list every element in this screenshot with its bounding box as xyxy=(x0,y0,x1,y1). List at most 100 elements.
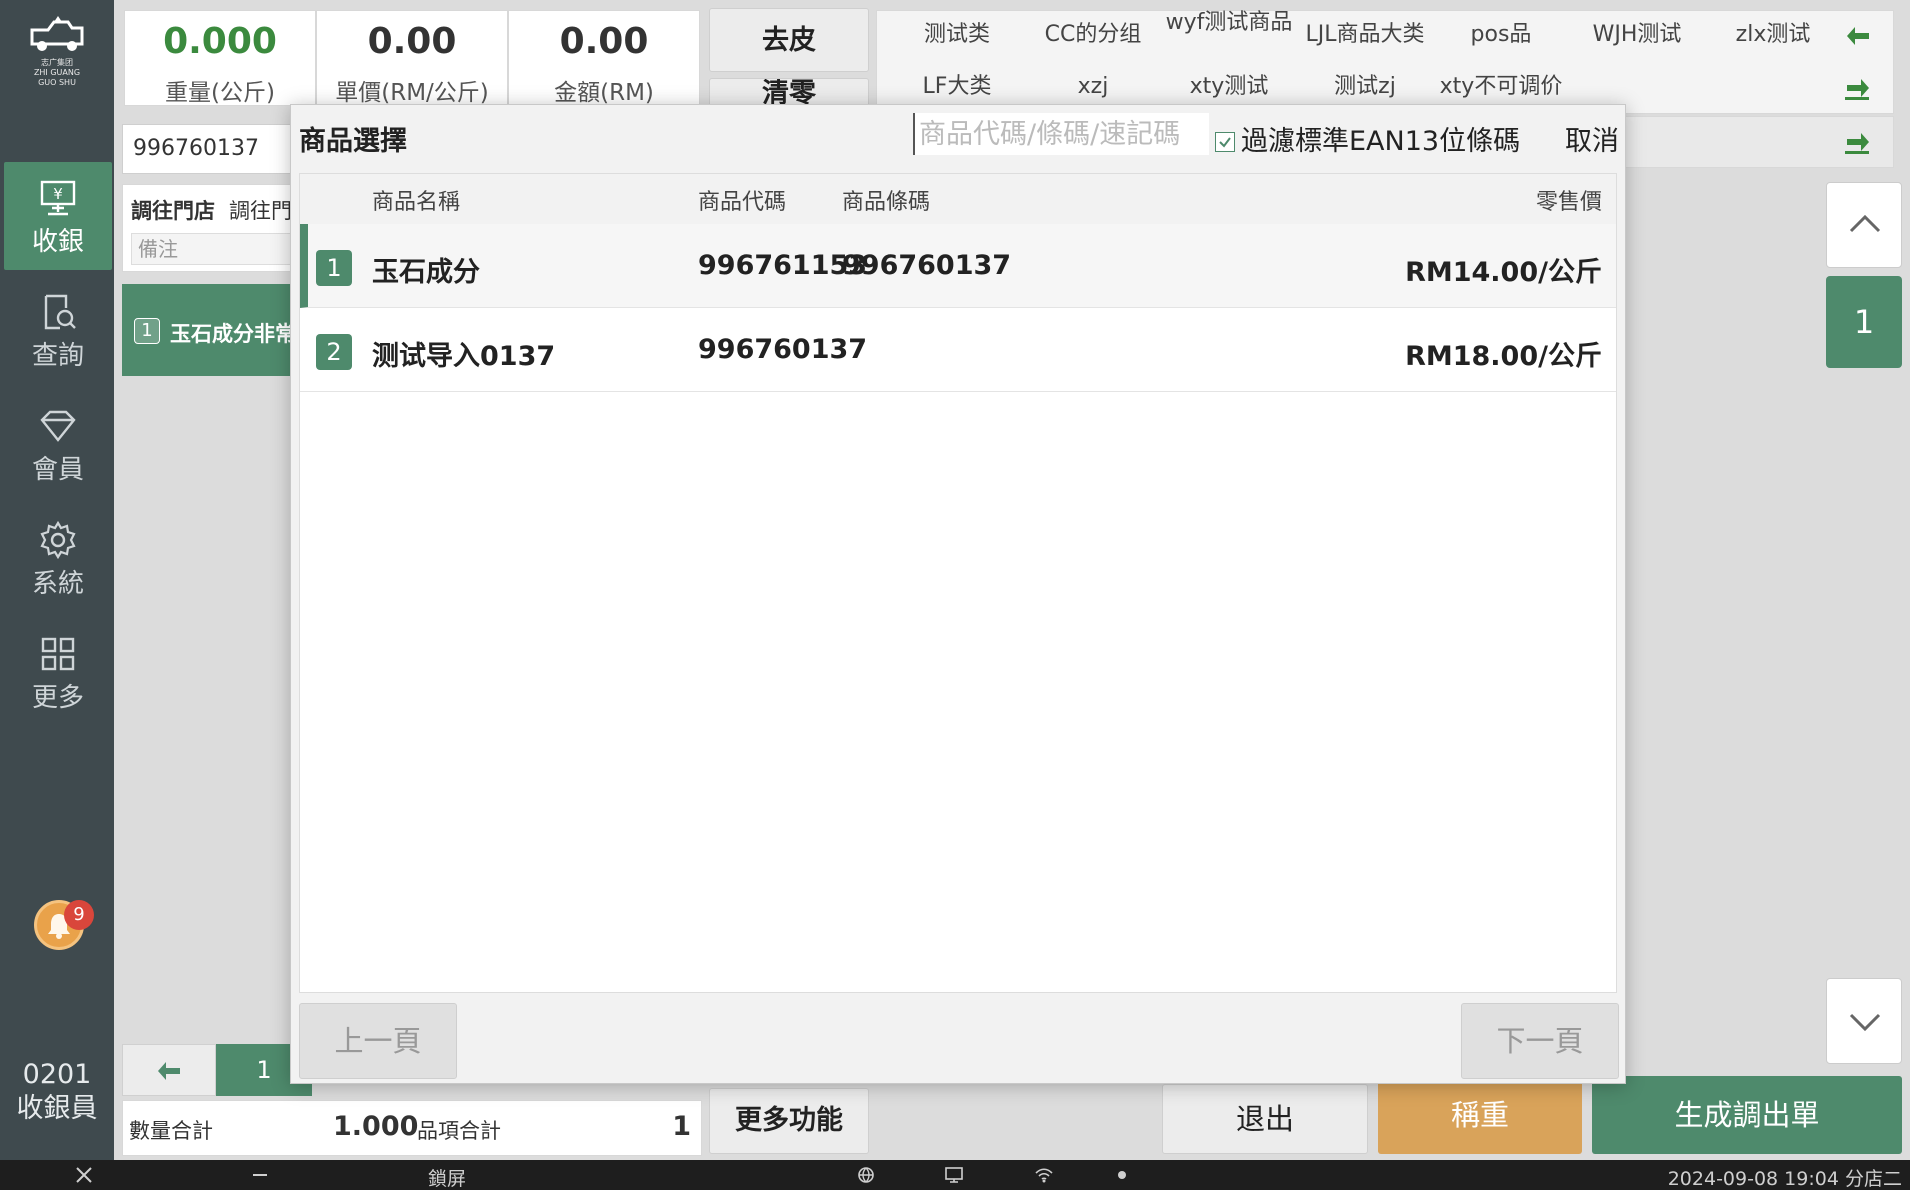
logo-subtext: 志广集团 ZHI GUANG GUO SHU xyxy=(33,58,81,87)
system-taskbar: 鎖屏 2024-09-08 19:04 分店二 xyxy=(0,1160,1910,1190)
scroll-up-button[interactable] xyxy=(1826,182,1902,268)
cancel-button[interactable]: 取消 xyxy=(1565,119,1619,158)
category-grid: 测试类 CC的分组 wyf测试商品 LJL商品大类 pos品 WJH测试 zlx… xyxy=(876,10,1894,114)
row-number: 1 xyxy=(316,250,352,286)
chevron-down-icon xyxy=(1849,1013,1881,1032)
sidebar-item-label: 收銀 xyxy=(31,227,84,257)
search-doc-icon xyxy=(44,294,76,330)
store-select[interactable]: 調往門 xyxy=(229,195,292,225)
gear-icon xyxy=(40,520,76,560)
product-code: 996760137 xyxy=(698,334,868,365)
cashier-id: 0201 xyxy=(22,1059,92,1090)
page-indicator: 1 xyxy=(1826,276,1902,368)
column-header-code: 商品代碼 xyxy=(698,190,787,215)
wifi-icon[interactable] xyxy=(1034,1165,1054,1185)
sidebar-item-label: 會員 xyxy=(31,455,84,485)
ean13-filter-checkbox[interactable]: 過濾標準EAN13位條碼 xyxy=(1215,119,1520,158)
monitor-icon[interactable] xyxy=(944,1165,964,1185)
tare-button[interactable]: 去皮 xyxy=(709,8,869,72)
transfer-store-row: 調往門店 調往門 備注 xyxy=(122,184,300,272)
category-item[interactable]: xty测试 xyxy=(1161,75,1297,99)
product-name: 测试导入0137 xyxy=(372,341,556,372)
sidebar-item-label: 系統 xyxy=(31,569,84,599)
cashier-info: 0201 收銀員 xyxy=(0,1058,114,1126)
sidebar-item-query[interactable]: 查詢 xyxy=(4,276,112,384)
column-header-barcode: 商品條碼 xyxy=(842,190,931,215)
category-item[interactable]: 测试类 xyxy=(889,23,1025,47)
table-row[interactable]: 2 测试导入0137 996760137 RM18.00/公斤 xyxy=(300,308,1616,392)
cart-item-number: 1 xyxy=(134,318,160,344)
pager-prev-button[interactable] xyxy=(122,1044,216,1096)
sidebar-item-label: 查詢 xyxy=(31,341,84,371)
amount-value: 0.00 xyxy=(559,21,649,62)
barcode-input[interactable]: 996760137 xyxy=(122,124,300,174)
column-header-name: 商品名稱 xyxy=(372,190,461,215)
table-header: 商品名稱 商品代碼 商品條碼 零售價 xyxy=(300,174,1616,224)
category-item[interactable]: xty不可调价 xyxy=(1433,75,1569,99)
sidebar-item-member[interactable]: 會員 xyxy=(4,390,112,498)
status-dot-icon xyxy=(1118,1171,1126,1179)
category-item[interactable]: LF大类 xyxy=(889,75,1025,99)
minimize-icon[interactable] xyxy=(250,1165,270,1185)
lock-screen-button[interactable]: 鎖屏 xyxy=(428,1164,466,1190)
product-name: 玉石成分 xyxy=(372,257,480,288)
generate-transfer-button[interactable]: 生成調出單 xyxy=(1592,1076,1902,1154)
product-search-input[interactable] xyxy=(913,113,1209,155)
column-header-price: 零售價 xyxy=(1535,190,1602,215)
unit-price-value: 0.00 xyxy=(367,21,457,62)
amount-label: 金額(RM) xyxy=(554,80,654,106)
close-icon[interactable] xyxy=(74,1165,94,1185)
category-item[interactable]: xzj xyxy=(1025,75,1161,99)
items-total-label: 品項合計 xyxy=(417,1119,501,1143)
qty-total-value: 1.000 xyxy=(333,1111,419,1142)
cart-item[interactable]: 1 玉石成分非常 xyxy=(122,284,300,376)
globe-icon[interactable] xyxy=(856,1165,876,1185)
product-price: RM14.00/公斤 xyxy=(1405,257,1602,288)
qty-total-label: 數量合計 xyxy=(129,1119,213,1143)
category-item[interactable]: WJH测试 xyxy=(1569,23,1705,47)
filter-label: 過濾標準EAN13位條碼 xyxy=(1241,126,1521,157)
sidebar-item-more[interactable]: 更多 xyxy=(4,618,112,726)
remark-input[interactable]: 備注 xyxy=(131,233,291,265)
product-price: RM18.00/公斤 xyxy=(1405,341,1602,372)
category-item[interactable]: 测试zj xyxy=(1297,75,1433,99)
weight-display: 0.000 重量(公斤) xyxy=(124,10,316,106)
category-item[interactable]: pos品 xyxy=(1433,23,1569,47)
items-total-value: 1 xyxy=(672,1111,691,1142)
scroll-down-button[interactable] xyxy=(1826,978,1902,1064)
table-row[interactable]: 1 玉石成分 996761153 996760137 RM14.00/公斤 xyxy=(300,224,1616,308)
arrow-left-icon xyxy=(158,1062,180,1080)
company-logo: 志广集团 ZHI GUANG GUO SHU xyxy=(24,14,90,88)
diamond-icon xyxy=(40,410,76,442)
weigh-button[interactable]: 稱重 xyxy=(1378,1076,1582,1154)
arrow-right-icon[interactable] xyxy=(1843,73,1873,103)
store-label: 調往門店 xyxy=(131,199,215,223)
arrow-left-icon[interactable] xyxy=(1843,21,1873,51)
more-functions-button[interactable]: 更多功能 xyxy=(709,1088,869,1154)
product-barcode: 996760137 xyxy=(842,250,1012,281)
truck-logo-icon xyxy=(30,16,84,51)
category-item[interactable]: zlx测试 xyxy=(1705,23,1841,47)
category-item[interactable]: wyf测试商品 xyxy=(1161,11,1297,35)
cashier-role: 收銀員 xyxy=(16,1093,98,1124)
category-item[interactable]: CC的分组 xyxy=(1025,23,1161,47)
category-item[interactable]: LJL商品大类 xyxy=(1297,23,1433,47)
arrow-right-icon[interactable] xyxy=(1843,127,1873,157)
svg-text:¥: ¥ xyxy=(53,185,63,203)
taskbar-datetime: 2024-09-08 19:04 分店二 xyxy=(1668,1164,1902,1190)
sidebar: 志广集团 ZHI GUANG GUO SHU ¥ 收銀 查詢 會員 系統 更多 … xyxy=(0,0,114,1160)
weight-label: 重量(公斤) xyxy=(165,80,275,106)
unit-price-display: 0.00 單價(RM/公斤) xyxy=(316,10,508,106)
prev-page-button[interactable]: 上一頁 xyxy=(299,1003,457,1079)
next-page-button[interactable]: 下一頁 xyxy=(1461,1003,1619,1079)
exit-button[interactable]: 退出 xyxy=(1162,1084,1368,1154)
cashier-icon: ¥ xyxy=(40,180,76,216)
dialog-title: 商品選擇 xyxy=(299,126,407,157)
sidebar-item-system[interactable]: 系統 xyxy=(4,504,112,612)
right-input-bar xyxy=(1624,116,1894,168)
checkbox-checked-icon xyxy=(1215,132,1235,152)
notification-badge: 9 xyxy=(64,900,94,930)
amount-display: 0.00 金額(RM) xyxy=(508,10,700,106)
sidebar-item-cashier[interactable]: ¥ 收銀 xyxy=(4,162,112,270)
weight-value: 0.000 xyxy=(163,21,277,62)
